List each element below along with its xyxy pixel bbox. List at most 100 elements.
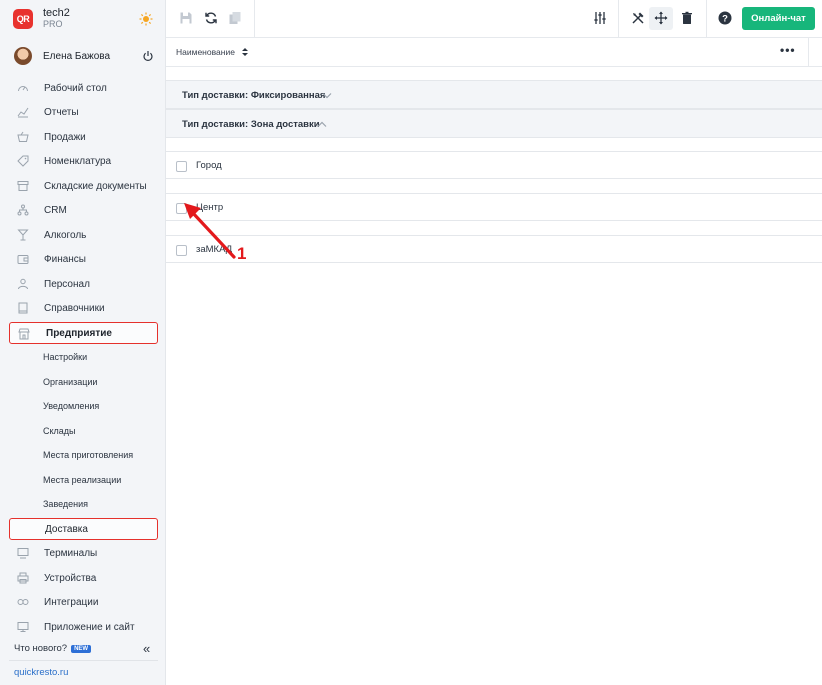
- store-icon: [18, 328, 30, 340]
- brand-block[interactable]: QR tech2 PRO: [0, 0, 166, 38]
- sidebar-item-integrations[interactable]: Интеграции: [0, 591, 166, 613]
- sidebar-item-references[interactable]: Справочники: [0, 297, 166, 319]
- sidebar-item-sales[interactable]: Продажи: [0, 126, 166, 148]
- sidebar-item-staff[interactable]: Персонал: [0, 273, 166, 295]
- avatar: [14, 47, 32, 65]
- refresh-icon[interactable]: [204, 11, 218, 25]
- terminal-icon: [17, 548, 29, 559]
- archive-icon: [17, 181, 29, 191]
- chevron-down-icon[interactable]: [322, 92, 332, 99]
- sidebar-item-crm[interactable]: CRM: [0, 199, 166, 221]
- link-icon: [17, 599, 29, 605]
- more-options-icon[interactable]: •••: [780, 43, 796, 57]
- wallet-icon: [17, 255, 29, 264]
- sidebar-item-label: Складские документы: [44, 180, 147, 192]
- sidebar-subitem-label: Доставка: [45, 524, 88, 535]
- sidebar-item-label: Номенклатура: [44, 155, 112, 167]
- tools-icon[interactable]: [631, 11, 645, 25]
- annotation-number: 1: [237, 244, 247, 263]
- row-name: Город: [196, 160, 222, 171]
- group-label: Тип доставки: Фиксированная: [182, 90, 326, 101]
- table-row[interactable]: Город: [166, 151, 822, 179]
- column-divider: [808, 38, 809, 67]
- person-icon: [18, 278, 28, 290]
- collapse-sidebar-icon[interactable]: «: [143, 641, 150, 656]
- sidebar-item-finance[interactable]: Финансы: [0, 248, 166, 270]
- book-icon: [18, 302, 28, 314]
- toolbar-divider: [254, 0, 255, 38]
- table-row[interactable]: Центр: [166, 193, 822, 221]
- toolbar-divider: [618, 0, 619, 38]
- sidebar-subitem-settings[interactable]: Настройки: [43, 349, 87, 365]
- sidebar-item-label: Устройства: [44, 572, 97, 584]
- sidebar-item-devices[interactable]: Устройства: [0, 567, 166, 589]
- sidebar: QR tech2 PRO Елена Бажова Рабочий стол О…: [0, 0, 166, 685]
- sidebar-subitem-venues[interactable]: Заведения: [43, 496, 88, 512]
- sidebar-item-label: Предприятие: [46, 328, 112, 339]
- trash-icon[interactable]: [680, 11, 694, 25]
- hierarchy-icon: [17, 204, 29, 216]
- new-badge: NEW: [71, 644, 92, 653]
- basket-icon: [17, 131, 29, 142]
- sidebar-subitem-organizations[interactable]: Организации: [43, 374, 97, 390]
- sidebar-item-reports[interactable]: Отчеты: [0, 101, 166, 123]
- tag-icon: [17, 155, 29, 167]
- chevron-up-icon[interactable]: [317, 121, 327, 128]
- sidebar-item-nomenclature[interactable]: Номенклатура: [0, 150, 166, 172]
- sort-icon[interactable]: [242, 48, 248, 56]
- row-checkbox[interactable]: [176, 161, 187, 172]
- sidebar-divider: [9, 660, 158, 661]
- group-label: Тип доставки: Зона доставки: [182, 119, 320, 130]
- group-row-fixed[interactable]: Тип доставки: Фиксированная: [166, 80, 822, 109]
- monitor-icon: [17, 622, 29, 632]
- site-link[interactable]: quickresto.ru: [14, 667, 68, 678]
- sidebar-item-label: Персонал: [44, 278, 90, 290]
- sidebar-item-label: Терминалы: [44, 547, 98, 559]
- annotation-arrow: [184, 203, 236, 259]
- whats-new-link[interactable]: Что нового? NEW: [14, 643, 92, 654]
- group-row-zone[interactable]: Тип доставки: Зона доставки: [166, 109, 822, 138]
- gauge-icon: [18, 86, 28, 92]
- user-name: Елена Бажова: [43, 50, 111, 62]
- user-profile[interactable]: Елена Бажова: [0, 44, 166, 68]
- sidebar-subitem-cooking-places[interactable]: Места приготовления: [43, 447, 133, 463]
- sidebar-item-label: CRM: [44, 204, 67, 216]
- sidebar-item-label: Интеграции: [44, 596, 99, 608]
- brand-plan: PRO: [43, 19, 63, 29]
- sidebar-subitem-notifications[interactable]: Уведомления: [43, 398, 99, 414]
- help-icon[interactable]: ?: [718, 11, 732, 25]
- sidebar-item-warehouse-docs[interactable]: Складские документы: [0, 175, 166, 197]
- column-header-name[interactable]: Наименование: [176, 47, 235, 57]
- svg-text:?: ?: [722, 14, 728, 25]
- power-icon[interactable]: [142, 50, 154, 62]
- sidebar-subitem-sale-places[interactable]: Места реализации: [43, 472, 121, 488]
- toolbar-divider: [706, 0, 707, 38]
- sidebar-item-desktop[interactable]: Рабочий стол: [0, 77, 166, 99]
- table-header: Наименование •••: [166, 38, 822, 67]
- sun-icon[interactable]: [139, 12, 153, 26]
- glass-icon: [17, 229, 29, 241]
- table-row[interactable]: заМКАД: [166, 235, 822, 263]
- sidebar-item-label: Приложение и сайт: [44, 621, 135, 633]
- whats-new-label: Что нового?: [14, 643, 68, 654]
- sidebar-subitem-warehouses[interactable]: Склады: [43, 423, 76, 439]
- sidebar-item-app-and-site[interactable]: Приложение и сайт: [0, 616, 166, 638]
- sidebar-item-alcohol[interactable]: Алкоголь: [0, 224, 166, 246]
- sidebar-item-terminals[interactable]: Терминалы: [0, 542, 166, 564]
- sidebar-item-label: Продажи: [44, 131, 86, 143]
- brand-name: tech2: [43, 7, 70, 19]
- save-icon[interactable]: [179, 11, 193, 25]
- printer-icon: [17, 572, 29, 584]
- sidebar-item-label: Отчеты: [44, 106, 79, 118]
- sidebar-item-label: Финансы: [44, 253, 86, 265]
- sidebar-item-label: Рабочий стол: [44, 82, 107, 94]
- chart-icon: [17, 107, 29, 118]
- copy-icon[interactable]: [228, 11, 242, 25]
- move-icon[interactable]: [654, 11, 668, 25]
- sliders-icon[interactable]: [593, 11, 607, 25]
- toolbar: ? Онлайн-чат: [166, 0, 822, 38]
- quickresto-logo: QR: [13, 9, 33, 29]
- sidebar-item-label: Справочники: [44, 302, 105, 314]
- online-chat-button[interactable]: Онлайн-чат: [742, 7, 815, 30]
- sidebar-item-label: Алкоголь: [44, 229, 87, 241]
